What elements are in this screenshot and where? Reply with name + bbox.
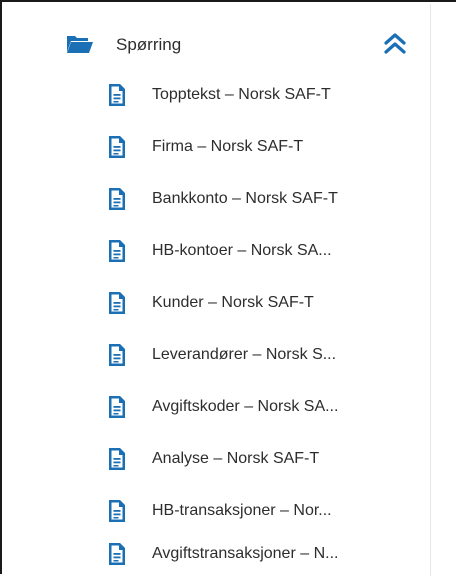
list-item-label: Firma – Norsk SAF-T bbox=[152, 138, 304, 155]
list-item[interactable]: Analyse – Norsk SAF-T bbox=[4, 439, 430, 479]
document-icon bbox=[109, 292, 125, 314]
navigation-panel: Spørring Topptekst – Norsk SAF-T Firma –… bbox=[4, 4, 431, 576]
list-item-label: HB-transaksjoner – Nor... bbox=[152, 502, 332, 519]
list-item[interactable]: HB-kontoer – Norsk SA... bbox=[4, 231, 430, 271]
document-icon bbox=[109, 84, 125, 106]
section-header-sporring[interactable]: Spørring bbox=[4, 24, 430, 64]
document-icon bbox=[109, 500, 125, 522]
list-item[interactable]: Avgiftstransaksjoner – N... bbox=[4, 534, 430, 574]
list-item[interactable]: Topptekst – Norsk SAF-T bbox=[4, 75, 430, 115]
list-item-label: Analyse – Norsk SAF-T bbox=[152, 450, 320, 467]
list-item[interactable]: Leverandører – Norsk S... bbox=[4, 335, 430, 375]
document-icon bbox=[109, 136, 125, 158]
list-item[interactable]: Kunder – Norsk SAF-T bbox=[4, 283, 430, 323]
document-icon bbox=[109, 188, 125, 210]
document-icon bbox=[109, 344, 125, 366]
list-item-label: HB-kontoer – Norsk SA... bbox=[152, 242, 332, 259]
document-icon bbox=[109, 240, 125, 262]
document-icon bbox=[109, 448, 125, 470]
window-frame: Spørring Topptekst – Norsk SAF-T Firma –… bbox=[0, 0, 456, 576]
list-item[interactable]: Avgiftskoder – Norsk SA... bbox=[4, 387, 430, 427]
list-item[interactable]: Bankkonto – Norsk SAF-T bbox=[4, 179, 430, 219]
list-item[interactable]: HB-transaksjoner – Nor... bbox=[4, 491, 430, 531]
document-icon bbox=[109, 396, 125, 418]
list-item-label: Topptekst – Norsk SAF-T bbox=[152, 86, 331, 103]
list-item-label: Avgiftstransaksjoner – N... bbox=[152, 545, 339, 562]
list-item[interactable]: Firma – Norsk SAF-T bbox=[4, 127, 430, 167]
list-item-label: Avgiftskoder – Norsk SA... bbox=[152, 398, 339, 415]
folder-open-icon bbox=[67, 36, 93, 53]
list-item-label: Leverandører – Norsk S... bbox=[152, 346, 337, 363]
list-item-label: Kunder – Norsk SAF-T bbox=[152, 294, 314, 311]
document-icon bbox=[109, 543, 125, 565]
list-item-label: Bankkonto – Norsk SAF-T bbox=[152, 190, 338, 207]
section-title: Spørring bbox=[116, 35, 182, 54]
double-chevron-up-icon[interactable] bbox=[382, 30, 408, 56]
